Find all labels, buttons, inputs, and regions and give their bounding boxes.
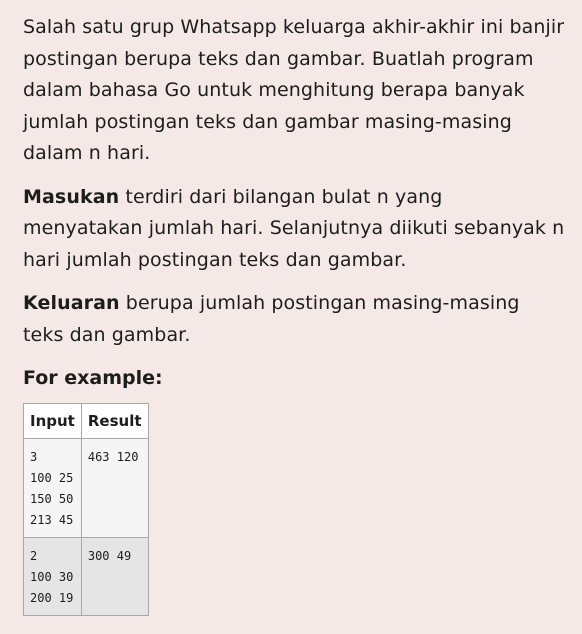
input-label: Masukan (23, 185, 120, 208)
table-row: 3 100 25 150 50 213 45 463 120 (23, 438, 149, 538)
column-header-result: Result (80, 403, 149, 439)
output-label: Keluaran (23, 292, 120, 314)
question-text: Salah satu grup Whatsapp keluarga akhir-… (0, 0, 582, 616)
example-heading: For example: (23, 367, 163, 389)
example-input-cell: 3 100 25 150 50 213 45 (23, 438, 82, 538)
table-row: 2 100 30 200 19 300 49 (23, 537, 149, 616)
example-input-cell: 2 100 30 200 19 (23, 537, 82, 616)
output-description: Keluaran berupa jumlah postingan masing-… (23, 288, 566, 351)
example-result-cell: 300 49 (80, 537, 149, 616)
example-result-cell: 463 120 (80, 438, 149, 538)
problem-description: Salah satu grup Whatsapp keluarga akhir-… (23, 12, 566, 170)
input-description: Masukan terdiri dari bilangan bulat n ya… (23, 182, 566, 277)
column-header-input: Input (23, 403, 82, 439)
table-header-row: Input Result (23, 403, 149, 439)
problem-description-text: Salah satu grup Whatsapp keluarga akhir-… (23, 16, 565, 164)
example-table: Input Result 3 100 25 150 50 213 45 463 … (23, 403, 149, 616)
